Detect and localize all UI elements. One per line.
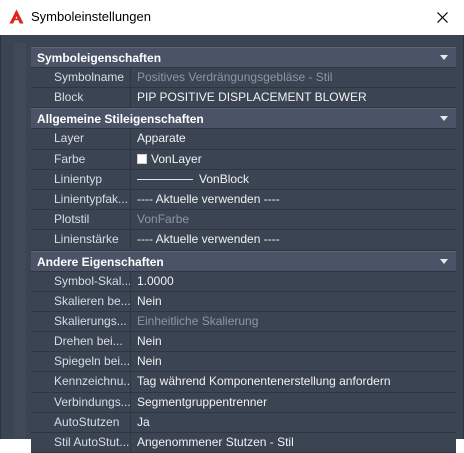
section-title: Allgemeine Stileigenschaften [37, 112, 204, 127]
property-label: Farbe [31, 149, 131, 169]
property-label: Block [31, 88, 131, 108]
property-row: Kennzeichnu... Tag während Komponenteners… [31, 372, 456, 393]
property-label: Linienstärke [31, 230, 131, 250]
property-value[interactable]: Tag während Komponentenerstellung anford… [131, 372, 456, 391]
section-header[interactable]: Andere Eigenschaften [31, 250, 456, 272]
property-value-text: Segmentgruppentrenner [137, 394, 268, 409]
property-label: Layer [31, 129, 131, 149]
property-row: Verbindungs... Segmentgruppentrenner [31, 392, 456, 413]
chevron-down-icon[interactable] [440, 258, 448, 264]
property-label: Spiegeln bei... [31, 352, 131, 372]
properties-panel: Symboleigenschaften Symbolname Positives V… [0, 35, 464, 453]
property-value-text: Angenommener Stutzen - Stil [137, 435, 294, 449]
property-value-text: VonLayer [151, 151, 202, 166]
title-bar: Symboleinstellungen [0, 0, 464, 35]
property-row: Plotstil VonFarbe [31, 210, 456, 231]
property-value[interactable]: Nein [131, 292, 456, 311]
window-title: Symboleinstellungen [31, 9, 151, 24]
property-value-text: Apparate [137, 131, 186, 146]
property-row: Linienstärke ---- Aktuelle verwenden ---- [31, 230, 456, 251]
property-label: Skalierungs... [31, 311, 131, 332]
property-label: Verbindungs... [31, 392, 131, 412]
section-title: Andere Eigenschaften [37, 254, 164, 269]
section-title: Symboleigenschaften [37, 51, 162, 65]
property-value: Einheitliche Skalierung [131, 312, 456, 331]
property-value[interactable]: Nein [131, 352, 456, 371]
property-row: Skalierungs... Einheitliche Skalierung [31, 311, 456, 333]
property-value[interactable]: Nein [131, 332, 456, 351]
property-row: AutoStutzen Ja [31, 412, 456, 433]
property-value: VonFarbe [131, 210, 456, 229]
property-label: Stil AutoStut... [31, 433, 131, 453]
property-value[interactable]: PIP POSITIVE DISPLACEMENT BLOWER [131, 88, 456, 107]
close-button[interactable] [420, 0, 464, 35]
property-label: AutoStutzen [31, 412, 131, 432]
chevron-down-icon[interactable] [440, 55, 448, 60]
property-value-text: VonBlock [199, 171, 250, 186]
panel-left-strip [14, 43, 26, 439]
property-value-text: Nein [137, 334, 162, 349]
property-row: Symbolname Positives Verdrängungsgebläse … [31, 68, 456, 89]
property-value-text: Tag während Komponentenerstellung anford… [137, 374, 391, 389]
property-label: Drehen bei... [31, 332, 131, 352]
property-label: Plotstil [31, 210, 131, 230]
property-label: Linientyp [31, 169, 131, 189]
section-header[interactable]: Symboleigenschaften [31, 47, 456, 68]
property-value[interactable]: 1.0000 [131, 272, 456, 291]
close-icon [436, 12, 448, 23]
section-header[interactable]: Allgemeine Stileigenschaften [31, 108, 456, 130]
property-row: Farbe VonLayer [31, 149, 456, 170]
property-row: Layer Apparate [31, 129, 456, 150]
property-row: Linientypfak... ---- Aktuelle verwenden -… [31, 189, 456, 211]
property-value[interactable]: VonBlock [131, 170, 456, 189]
autocad-a-icon [9, 9, 24, 24]
property-grid: Symboleigenschaften Symbolname Positives V… [31, 47, 456, 453]
property-label: Kennzeichnu... [31, 372, 131, 392]
property-row: Drehen bei... Nein [31, 332, 456, 353]
property-row: Block PIP POSITIVE DISPLACEMENT BLOWER [31, 88, 456, 109]
property-value[interactable]: Ja [131, 413, 456, 432]
property-label: Symbolname [31, 68, 131, 88]
property-value-text: VonFarbe [137, 212, 190, 227]
property-value-text: Ja [137, 414, 150, 429]
color-swatch [137, 153, 147, 164]
property-label: Linientypfak... [31, 189, 131, 210]
property-row: Spiegeln bei... Nein [31, 352, 456, 373]
property-row: Skalieren be... Nein [31, 291, 456, 312]
property-row: Symbol-Skal... 1.0000 [31, 271, 456, 292]
property-value-text: Nein [137, 354, 162, 369]
property-value[interactable]: ---- Aktuelle verwenden ---- [131, 190, 456, 209]
property-value[interactable]: Angenommener Stutzen - Stil [131, 433, 456, 452]
property-value[interactable]: Segmentgruppentrenner [131, 393, 456, 412]
property-value-text: ---- Aktuelle verwenden ---- [137, 232, 280, 247]
property-value[interactable]: Apparate [131, 129, 456, 148]
property-value-text: Positives Verdrängungsgebläse - Stil [137, 70, 333, 84]
property-value-text: 1.0000 [137, 273, 174, 288]
property-value-text: Nein [137, 293, 162, 308]
property-label: Skalieren be... [31, 291, 131, 311]
chevron-down-icon[interactable] [440, 116, 448, 122]
linetype-sample [137, 178, 193, 180]
property-value[interactable]: VonLayer [131, 150, 456, 169]
property-value-text: Einheitliche Skalierung [137, 313, 259, 328]
property-value: Positives Verdrängungsgebläse - Stil [131, 68, 456, 87]
property-row: Stil AutoStut... Angenommener Stutzen - S… [31, 433, 456, 453]
property-label: Symbol-Skal... [31, 271, 131, 291]
property-value-text: PIP POSITIVE DISPLACEMENT BLOWER [137, 90, 367, 105]
property-row: Linientyp VonBlock [31, 169, 456, 190]
property-value-text: ---- Aktuelle verwenden ---- [137, 191, 280, 206]
property-value[interactable]: ---- Aktuelle verwenden ---- [131, 230, 456, 249]
